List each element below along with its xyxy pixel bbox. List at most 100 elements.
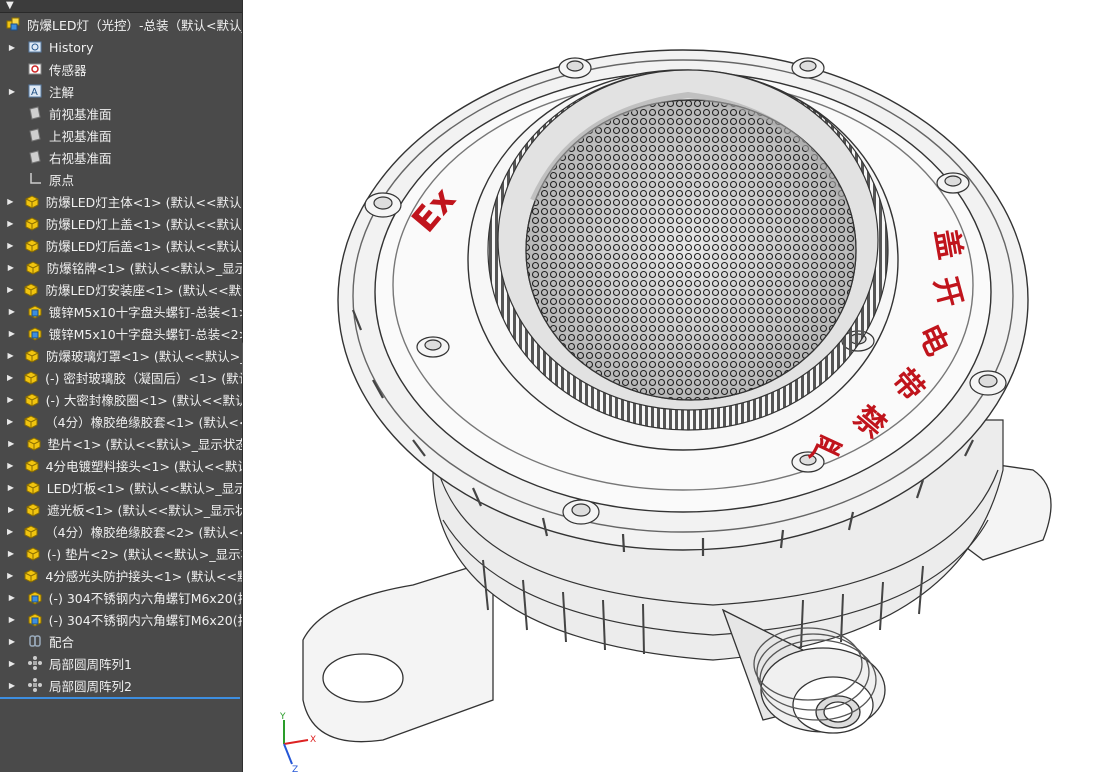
tree-item-label: (-) 垫片<2> (默认<<默认>_显示状态-1>) [46, 546, 242, 562]
expand-arrow-icon[interactable]: ▶ [7, 285, 13, 294]
subassembly-icon [26, 589, 44, 605]
tree-item[interactable]: ▶ 镀锌M5x10十字盘头螺钉-总装<1> [0, 300, 242, 322]
tree-item[interactable]: ▶ 防爆LED灯主体<1> (默认<<默认>_显示状态-1>) [0, 190, 242, 212]
expand-arrow-icon[interactable]: ▶ [7, 505, 15, 514]
tree-item-label: (-) 304不锈钢内六角螺钉M6x20(按 [48, 612, 242, 628]
subassembly-icon [26, 325, 44, 341]
tree-item[interactable]: ▶ 防爆LED灯后盖<1> (默认<<默认>_显示状态-1>) [0, 234, 242, 256]
filter-toolbar[interactable]: ▼ [0, 0, 242, 13]
tree-item-label: 前视基准面 [49, 106, 112, 122]
tree-item-label: （4分）橡胶绝缘胶套<2> (默认<<默认>_显示状态-1>) [45, 524, 242, 540]
tree-item[interactable]: ▶ 局部圆周阵列1 [0, 652, 242, 674]
expand-arrow-icon[interactable]: ▶ [7, 241, 14, 250]
expand-arrow-icon[interactable]: ▶ [7, 417, 13, 426]
tree-item-label: 垫片<1> (默认<<默认>_显示状态-1>) [47, 436, 242, 452]
expand-arrow-icon[interactable]: ▶ [7, 593, 17, 602]
tree-item-label: 防爆LED灯主体<1> (默认<<默认>_显示状态-1>) [45, 194, 242, 210]
tree-item[interactable]: ▶ 防爆LED灯上盖<1> (默认<<默认>_显示状态-1>) [0, 212, 242, 234]
expand-arrow-icon[interactable]: ▶ [7, 197, 14, 206]
expand-arrow-icon[interactable]: ▶ [7, 483, 15, 492]
expand-arrow-icon[interactable]: ▶ [7, 329, 17, 338]
tree-item[interactable]: ▶ 局部圆周阵列2 [0, 674, 242, 696]
subassembly-icon [26, 611, 44, 627]
tree-item[interactable]: ▶ (-) 304不锈钢内六角螺钉M6x20(按 [0, 586, 242, 608]
tree-item[interactable]: ▶ 遮光板<1> (默认<<默认>_显示状态-1>) [0, 498, 242, 520]
tree-item-label: 传感器 [49, 62, 87, 78]
plane-icon [26, 149, 44, 165]
tree-item[interactable]: ▶ 防爆LED灯安装座<1> (默认<<默认>_显示状态-1>) [0, 278, 242, 300]
tree-item[interactable]: ▶ 镀锌M5x10十字盘头螺钉-总装<2> [0, 322, 242, 344]
expand-arrow-icon[interactable]: ▶ [7, 659, 17, 668]
expand-arrow-icon[interactable]: ▶ [7, 263, 15, 272]
tree-item[interactable]: ▶原点 [0, 168, 242, 190]
expand-arrow-icon[interactable]: ▶ [7, 351, 14, 360]
assembly-root-item[interactable]: 防爆LED灯（光控）-总装（默认<默认_显示状态-1>） [0, 13, 242, 35]
part-icon [23, 215, 41, 231]
tree-item-label: LED灯板<1> (默认<<默认>_显示状态-1>) [46, 480, 242, 496]
expand-arrow-icon[interactable]: ▶ [7, 87, 17, 96]
part-icon [22, 369, 40, 385]
z-axis [283, 743, 293, 765]
tree-item-label: （4分）橡胶绝缘胶套<1> (默认<<默认>_显示状态-1>) [45, 414, 242, 430]
tree-item-label: (-) 密封玻璃胶（凝固后）<1> (默认<<默认>_显示状态-1>) [45, 370, 242, 386]
tree-item[interactable]: ▶ 配合 [0, 630, 242, 652]
tree-item[interactable]: ▶ (-) 大密封橡胶圈<1> (默认<<默认>_显示状态-1>) [0, 388, 242, 410]
graphics-viewport[interactable]: Ex 盖 开 电 带 禁 严 [243, 0, 1111, 772]
expand-arrow-icon[interactable]: ▶ [7, 615, 17, 624]
expand-arrow-icon[interactable]: ▶ [7, 571, 13, 580]
lamp-model[interactable]: Ex 盖 开 电 带 禁 严 [243, 0, 1111, 772]
part-icon [23, 347, 41, 363]
tree-item-label: 上视基准面 [49, 128, 112, 144]
mates-icon [26, 633, 44, 649]
annotation-icon: A [26, 83, 44, 99]
expand-arrow-icon[interactable]: ▶ [7, 549, 15, 558]
assembly-icon [4, 16, 22, 32]
tree-item-label: 防爆LED灯安装座<1> (默认<<默认>_显示状态-1>) [45, 282, 242, 298]
tree-item-label: History [49, 39, 94, 55]
tree-item-label: 防爆LED灯后盖<1> (默认<<默认>_显示状态-1>) [45, 238, 242, 254]
expand-arrow-icon[interactable]: ▶ [7, 439, 16, 448]
part-icon [24, 501, 42, 517]
tree-item[interactable]: ▶右视基准面 [0, 146, 242, 168]
expand-arrow-icon[interactable]: ▶ [7, 395, 14, 404]
tree-item[interactable]: ▶ （4分）橡胶绝缘胶套<1> (默认<<默认>_显示状态-1>) [0, 410, 242, 432]
tree-item[interactable]: ▶ History [0, 36, 242, 58]
part-icon [24, 479, 42, 495]
expand-arrow-icon[interactable]: ▶ [7, 219, 14, 228]
tree-item[interactable]: ▶ （4分）橡胶绝缘胶套<2> (默认<<默认>_显示状态-1>) [0, 520, 242, 542]
tree-item[interactable]: ▶ A 注解 [0, 80, 242, 102]
y-axis-label: Y [279, 712, 286, 722]
tree-item[interactable]: ▶ 垫片<1> (默认<<默认>_显示状态-1>) [0, 432, 242, 454]
tree-item-label: 局部圆周阵列1 [49, 656, 132, 672]
tree-item[interactable]: ▶ (-) 304不锈钢内六角螺钉M6x20(按 [0, 608, 242, 630]
tree-item[interactable]: ▶ 4分感光头防护接头<1> (默认<<默认>_显示状态-1>) [0, 564, 242, 586]
tree-item[interactable]: ▶ (-) 垫片<2> (默认<<默认>_显示状态-1>) [0, 542, 242, 564]
tree-item[interactable]: ▶ 防爆铭牌<1> (默认<<默认>_显示状态-1>) [0, 256, 242, 278]
part-icon [23, 193, 41, 209]
expand-arrow-icon[interactable]: ▶ [7, 637, 17, 646]
expand-arrow-icon[interactable]: ▶ [7, 373, 13, 382]
tree-item[interactable]: ▶前视基准面 [0, 102, 242, 124]
expand-arrow-icon[interactable]: ▶ [7, 527, 13, 536]
tree-item[interactable]: ▶ 4分电镀塑料接头<1> (默认<<默认>_显示状态-1>) [0, 454, 242, 476]
warning-char: 盖 [928, 226, 968, 262]
expand-arrow-icon[interactable]: ▶ [7, 461, 14, 470]
part-icon [22, 523, 40, 539]
tree-item[interactable]: ▶传感器 [0, 58, 242, 80]
sensor-icon [26, 61, 44, 77]
tree-item[interactable]: ▶ LED灯板<1> (默认<<默认>_显示状态-1>) [0, 476, 242, 498]
rollback-bar[interactable] [0, 697, 240, 699]
filter-icon[interactable]: ▼ [6, 0, 14, 11]
expand-arrow-icon[interactable]: ▶ [7, 681, 17, 690]
expand-arrow-icon[interactable]: ▶ [7, 43, 17, 52]
tree-item-label: 防爆LED灯上盖<1> (默认<<默认>_显示状态-1>) [45, 216, 242, 232]
part-icon [23, 391, 41, 407]
tree-item[interactable]: ▶ (-) 密封玻璃胶（凝固后）<1> (默认<<默认>_显示状态-1>) [0, 366, 242, 388]
z-axis-label: Z [292, 765, 298, 772]
tree-item[interactable]: ▶上视基准面 [0, 124, 242, 146]
svg-text:A: A [31, 87, 38, 98]
expand-arrow-icon[interactable]: ▶ [7, 307, 17, 316]
plane-icon [26, 105, 44, 121]
part-icon [25, 435, 43, 451]
tree-item[interactable]: ▶ 防爆玻璃灯罩<1> (默认<<默认>_显示状态-1>) [0, 344, 242, 366]
